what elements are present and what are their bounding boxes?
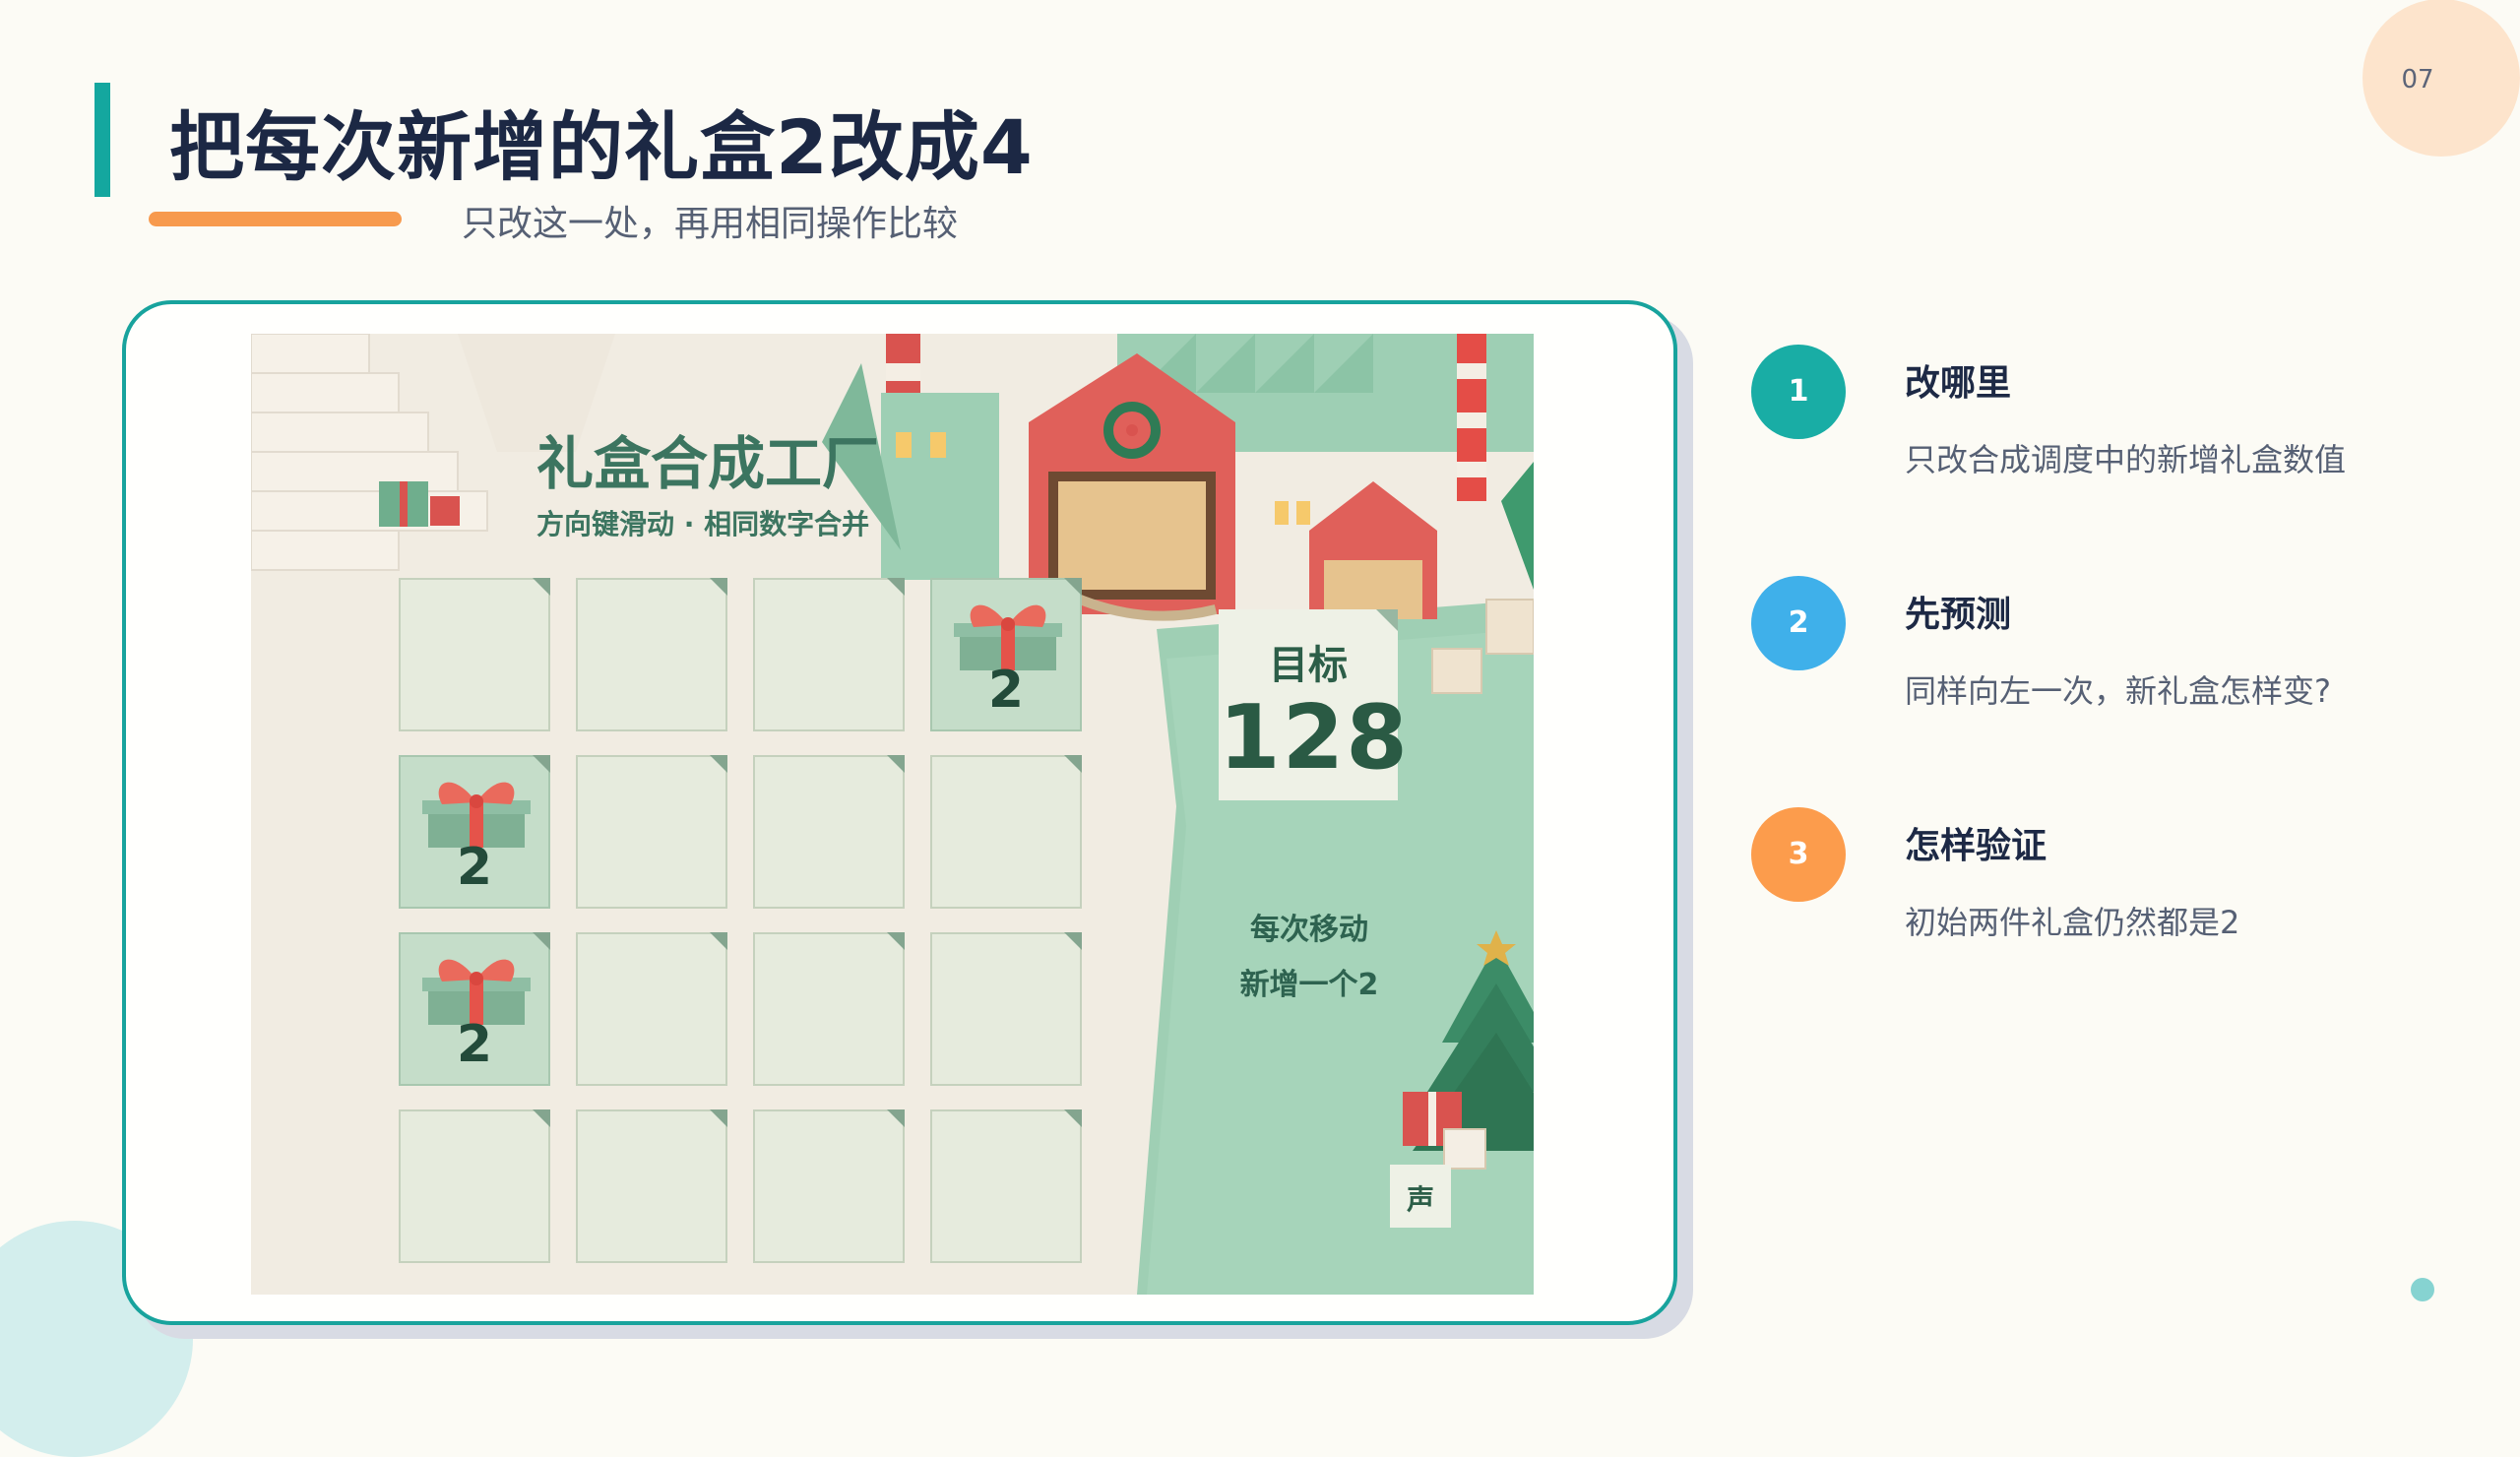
sound-button-label: 声 <box>1406 1183 1434 1216</box>
game-screen[interactable]: 礼盒合成工厂 方向键滑动 · 相同数字合并 2 2 2 目标 128 每次移动 新增… <box>251 334 1534 1295</box>
tile-value: 2 <box>456 838 493 897</box>
hint-text-line-2: 新增一个2 <box>1239 968 1379 1002</box>
page-title: 把每次新增的礼盒2改成4 <box>169 103 1034 191</box>
title-accent-bar <box>94 83 110 197</box>
grid-cell-empty <box>930 932 1082 1086</box>
hint-text-line-1: 每次移动 <box>1250 913 1368 947</box>
decorative-dot <box>2411 1278 2434 1301</box>
target-label: 目标 <box>1269 643 1348 688</box>
page-number: 07 <box>2401 65 2434 95</box>
grid-cell-empty <box>753 932 905 1086</box>
step-number-badge: 3 <box>1751 807 1846 902</box>
grid-tile: 2 <box>399 755 550 909</box>
page-subtitle: 只改这一处，再用相同操作比较 <box>462 204 959 244</box>
tile-value: 2 <box>456 1015 493 1074</box>
grid-cell-empty <box>930 755 1082 909</box>
target-value: 128 <box>1219 686 1410 790</box>
target-card: 目标 128 <box>1219 609 1410 800</box>
sound-toggle-button[interactable]: 声 <box>1390 1165 1451 1228</box>
grid-cell-empty <box>576 932 727 1086</box>
grid-tile: 2 <box>930 578 1082 731</box>
step-title: 先预测 <box>1905 595 2012 635</box>
grid-cell-empty <box>753 578 905 731</box>
grid-cell-empty <box>753 755 905 909</box>
grid-cell-empty <box>399 1109 550 1263</box>
grid-cell-empty <box>576 755 727 909</box>
grid-cell-empty <box>930 1109 1082 1263</box>
step-description: 只改合成调度中的新增礼盒数值 <box>1905 441 2347 478</box>
game-instructions: 方向键滑动 · 相同数字合并 <box>536 508 870 540</box>
game-title: 礼盒合成工厂 <box>536 430 880 497</box>
grid-tile: 2 <box>399 932 550 1086</box>
grid-cell-empty <box>576 1109 727 1263</box>
grid-cell-empty <box>399 578 550 731</box>
tile-value: 2 <box>987 661 1025 720</box>
step-description: 初始两件礼盒仍然都是2 <box>1905 904 2240 941</box>
step-number-badge: 1 <box>1751 345 1846 439</box>
title-underline <box>149 212 402 226</box>
grid-cell-empty <box>753 1109 905 1263</box>
step-title: 怎样验证 <box>1905 826 2048 866</box>
step-title: 改哪里 <box>1905 363 2012 404</box>
step-description: 同样向左一次，新礼盒怎样变? <box>1905 672 2331 710</box>
step-number-badge: 2 <box>1751 576 1846 670</box>
grid-cell-empty <box>576 578 727 731</box>
page-number-badge-circle <box>2362 0 2520 157</box>
